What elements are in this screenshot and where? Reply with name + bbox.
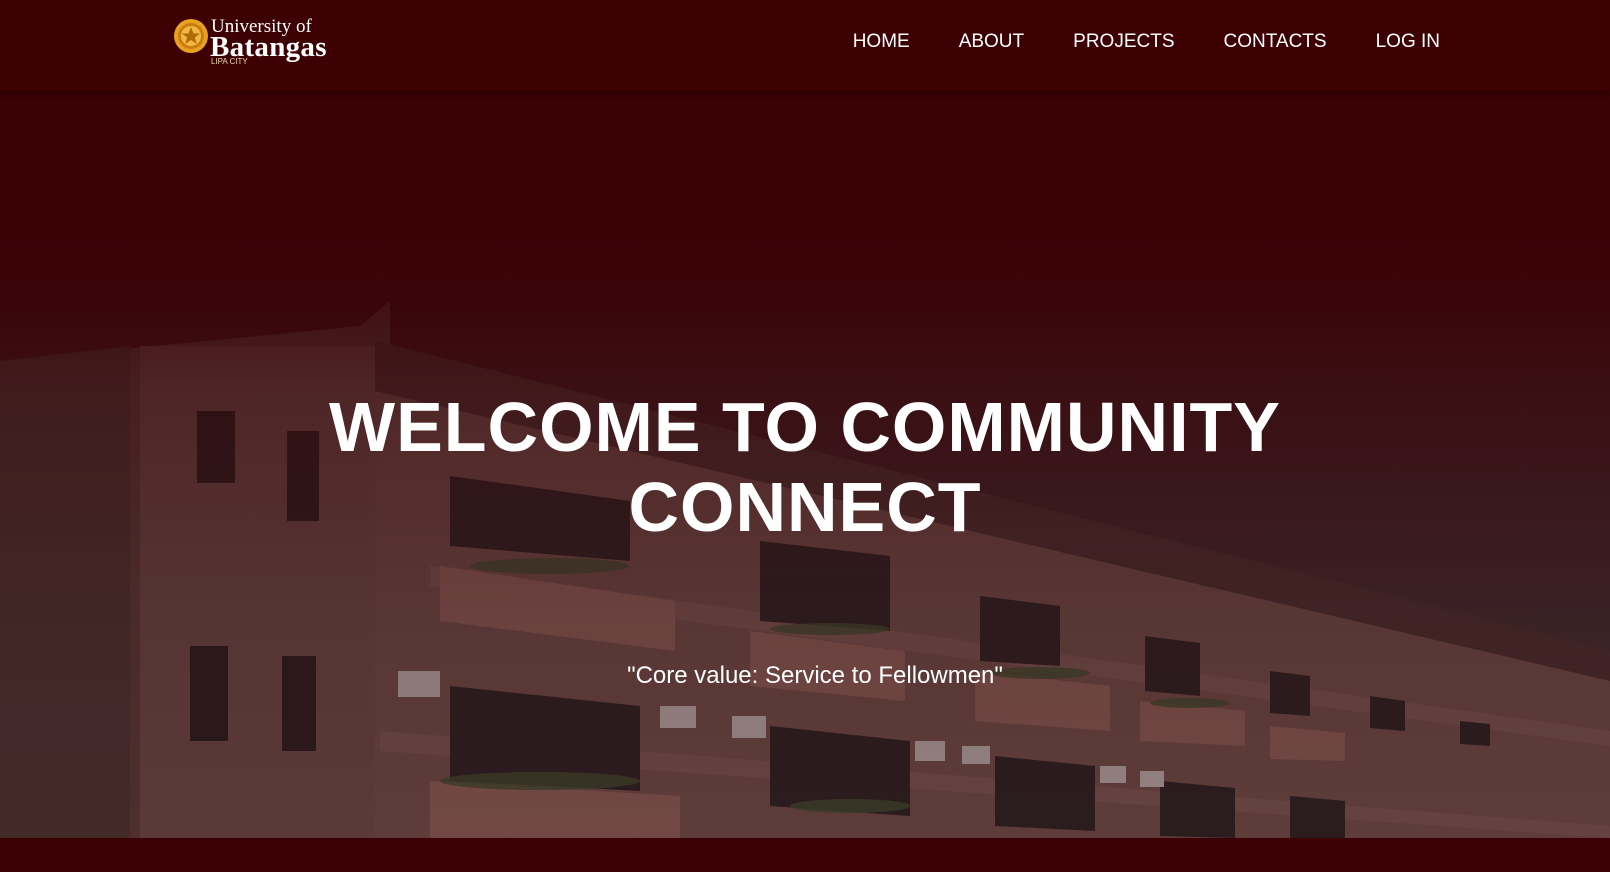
main-nav: HOME ABOUT PROJECTS CONTACTS LOG IN (853, 31, 1440, 53)
top-navbar: University of Batangas LIPA CITY HOME AB… (0, 0, 1610, 91)
bottom-bar (0, 838, 1610, 872)
hero-section: WELCOME TO COMMUNITY CONNECT "Core value… (0, 91, 1610, 838)
logo-text-lipa-city: LIPA CITY (211, 57, 248, 66)
hero-subtitle: "Core value: Service to Fellowmen" (627, 662, 1003, 689)
nav-login[interactable]: LOG IN (1376, 31, 1440, 53)
nav-projects[interactable]: PROJECTS (1073, 31, 1174, 53)
nav-home[interactable]: HOME (853, 31, 910, 53)
university-logo[interactable]: University of Batangas LIPA CITY (173, 16, 327, 68)
hero-title-line1: WELCOME TO COMMUNITY (329, 388, 1281, 466)
nav-about[interactable]: ABOUT (959, 31, 1024, 53)
university-seal-icon (174, 19, 208, 53)
hero-title-line2: CONNECT (628, 468, 982, 546)
hero-title: WELCOME TO COMMUNITY CONNECT (0, 387, 1610, 547)
nav-contacts[interactable]: CONTACTS (1224, 31, 1327, 53)
